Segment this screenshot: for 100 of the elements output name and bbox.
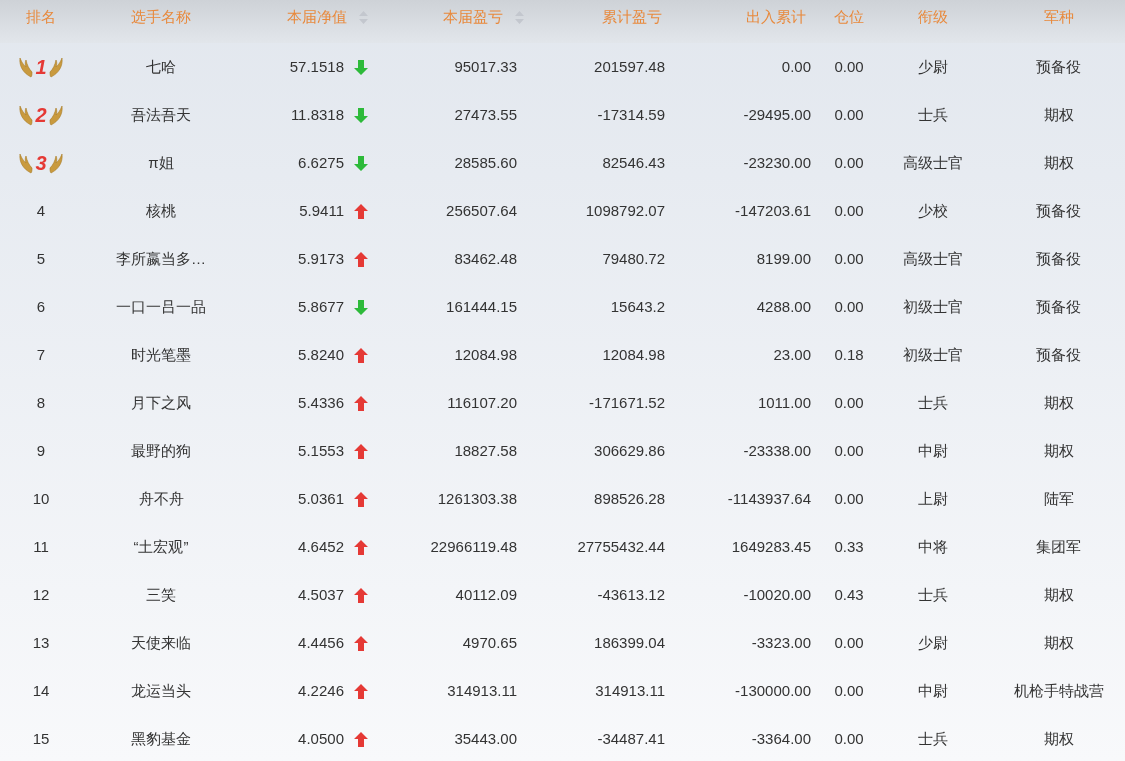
flow-value: -3323.00	[751, 632, 811, 653]
player-name: 吾法吾天	[131, 104, 191, 125]
flow-value: -1143937.64	[727, 488, 811, 509]
flow-value: 1649283.45	[731, 536, 811, 557]
net-value: 57.1518	[289, 56, 344, 77]
grade-value: 上尉	[918, 488, 948, 509]
branch-value: 陆军	[1043, 488, 1074, 509]
profit-value: 4970.65	[462, 632, 517, 653]
profit-value: 22966119.48	[430, 536, 517, 557]
flow-value: 23.00	[773, 344, 811, 365]
branch-value: 集团军	[1036, 536, 1081, 557]
medal-badge: 3	[18, 152, 64, 174]
grade-value: 少尉	[918, 56, 948, 77]
flow-value: -147203.61	[735, 200, 811, 221]
column-header[interactable]: 本届盈亏	[443, 6, 524, 29]
player-name: π姐	[148, 152, 174, 173]
net-value: 5.0361	[298, 488, 344, 509]
rank-number: 13	[32, 632, 50, 653]
profit-value: 27473.55	[454, 104, 517, 125]
grade-value: 初级士官	[903, 344, 963, 365]
player-name: 最野的狗	[131, 440, 191, 461]
position-value: 0.00	[834, 632, 864, 653]
grade-value: 士兵	[918, 584, 948, 605]
branch-value: 预备役	[1036, 296, 1081, 317]
position-value: 0.00	[834, 728, 864, 749]
grade-value: 士兵	[918, 392, 948, 413]
rank-number: 6	[36, 296, 46, 317]
flow-value: 0.00	[781, 56, 811, 77]
grade-value: 高级士官	[903, 248, 963, 269]
net-value: 4.0500	[298, 728, 344, 749]
net-value: 5.8240	[298, 344, 344, 365]
total-profit-value: -171671.52	[589, 392, 665, 413]
branch-value: 期权	[1043, 392, 1074, 413]
total-profit-value: 15643.2	[610, 296, 665, 317]
rank-number: 5	[36, 248, 46, 269]
flow-value: 8199.00	[756, 248, 811, 269]
total-profit-value: 306629.86	[594, 440, 665, 461]
total-profit-value: -34487.41	[597, 728, 665, 749]
rank-number: 4	[36, 200, 46, 221]
column-header: 衔级	[918, 7, 948, 27]
grade-value: 少校	[918, 200, 948, 221]
column-header: 出入累计	[746, 7, 806, 27]
branch-value: 期权	[1043, 104, 1074, 125]
position-value: 0.00	[834, 440, 864, 461]
net-value: 5.1553	[298, 440, 344, 461]
flow-value: -10020.00	[743, 584, 811, 605]
rank-number: 11	[33, 536, 49, 557]
total-profit-value: 79480.72	[602, 248, 665, 269]
player-name: “土宏观”	[133, 536, 189, 557]
total-profit-value: 1098792.07	[585, 200, 665, 221]
flow-value: -23230.00	[743, 152, 811, 173]
profit-value: 1261303.38	[437, 488, 517, 509]
flow-value: 4288.00	[756, 296, 811, 317]
rank-number: 14	[32, 680, 50, 701]
total-profit-value: 314913.11	[595, 680, 665, 701]
profit-value: 95017.33	[454, 56, 517, 77]
grade-value: 中将	[918, 536, 948, 557]
player-name: 一口一吕一品	[116, 296, 206, 317]
net-value: 4.6452	[298, 536, 344, 557]
total-profit-value: -43613.12	[597, 584, 665, 605]
branch-value: 预备役	[1036, 56, 1081, 77]
grade-value: 中尉	[918, 680, 948, 701]
position-value: 0.00	[834, 248, 864, 269]
player-name: 天使来临	[131, 632, 191, 653]
player-name: 月下之风	[131, 392, 191, 413]
net-value: 4.4456	[298, 632, 344, 653]
grade-value: 高级士官	[903, 152, 963, 173]
total-profit-value: 12084.98	[602, 344, 665, 365]
net-value: 11.8318	[290, 104, 344, 125]
branch-value: 期权	[1043, 728, 1074, 749]
position-value: 0.00	[834, 488, 864, 509]
rank-number: 9	[36, 440, 46, 461]
position-value: 0.00	[834, 152, 864, 173]
position-value: 0.00	[834, 104, 864, 125]
grade-value: 初级士官	[903, 296, 963, 317]
grade-value: 士兵	[918, 728, 948, 749]
branch-value: 机枪手特战营	[1013, 680, 1104, 701]
net-value: 4.5037	[298, 584, 344, 605]
player-name: 黑豹基金	[131, 728, 191, 749]
column-header[interactable]: 本届净值	[287, 6, 368, 29]
position-value: 0.00	[834, 56, 864, 77]
position-value: 0.00	[834, 680, 864, 701]
profit-value: 256507.64	[446, 200, 517, 221]
branch-value: 期权	[1043, 584, 1074, 605]
position-value: 0.43	[834, 584, 864, 605]
branch-value: 期权	[1043, 632, 1074, 653]
position-value: 0.00	[834, 296, 864, 317]
profit-value: 161444.15	[446, 296, 517, 317]
profit-value: 83462.48	[454, 248, 517, 269]
medal-badge: 1	[18, 56, 64, 78]
position-value: 0.33	[834, 536, 864, 557]
grade-value: 少尉	[918, 632, 948, 653]
flow-value: 1011.00	[757, 392, 811, 413]
branch-value: 期权	[1043, 440, 1074, 461]
grade-value: 中尉	[918, 440, 948, 461]
rank-number: 8	[36, 392, 46, 413]
medal-badge: 2	[18, 104, 64, 126]
player-name: 核桃	[146, 200, 176, 221]
flow-value: -130000.00	[735, 680, 811, 701]
net-value: 4.2246	[298, 680, 344, 701]
